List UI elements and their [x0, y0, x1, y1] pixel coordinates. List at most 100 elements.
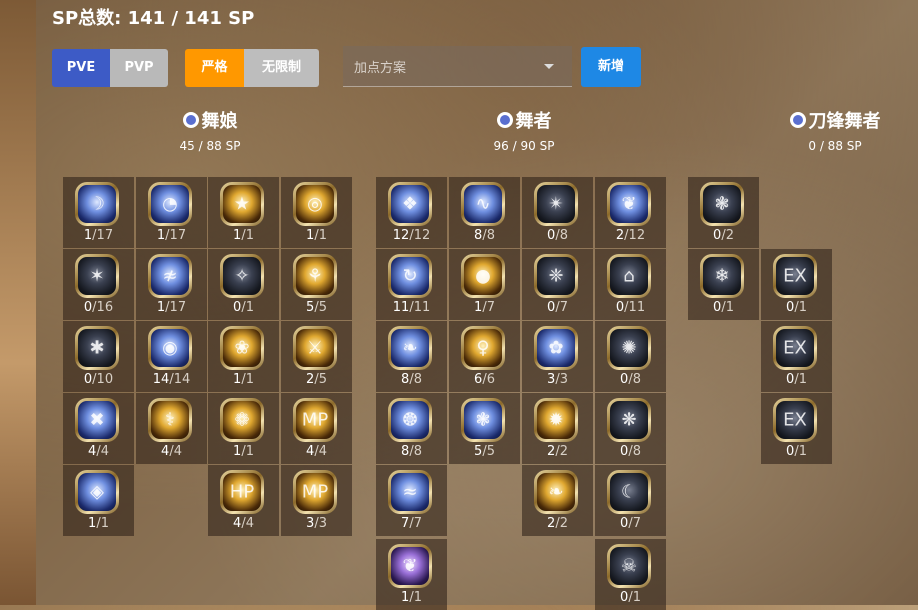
- skill-icon-frame[interactable]: ☽: [75, 182, 119, 226]
- skill-cell[interactable]: ❖ 12/12: [376, 177, 447, 248]
- skill-icon-frame[interactable]: ❧: [534, 470, 578, 514]
- tree-header-2: 舞者 96 / 90 SP: [464, 107, 584, 153]
- skill-icon-frame[interactable]: ❄: [700, 254, 744, 298]
- skill-cell[interactable]: ❀ 1/1: [208, 321, 279, 392]
- skill-icon-frame[interactable]: ⌂: [607, 254, 651, 298]
- skill-icon-frame[interactable]: ❁: [220, 398, 264, 442]
- skill-cell[interactable]: ⚔ 2/5: [281, 321, 352, 392]
- skill-cell[interactable]: ⚘ 5/5: [281, 249, 352, 320]
- skill-cell[interactable]: ❂ 8/8: [376, 393, 447, 464]
- skill-icon-frame[interactable]: ❀: [220, 326, 264, 370]
- skill-icon-frame[interactable]: MP: [293, 470, 337, 514]
- skill-cell[interactable]: ◈ 1/1: [63, 465, 134, 536]
- skill-cell[interactable]: ◉ 14/14: [136, 321, 207, 392]
- skill-cell[interactable]: ⌂ 0/11: [595, 249, 666, 320]
- skill-cell[interactable]: EX 0/1: [761, 249, 832, 320]
- skill-cell[interactable]: ❧ 8/8: [376, 321, 447, 392]
- skill-icon-frame[interactable]: ≈: [388, 470, 432, 514]
- skill-cell[interactable]: ❈ 0/7: [522, 249, 593, 320]
- skill-cell[interactable]: ✱ 0/10: [63, 321, 134, 392]
- skill-icon-frame[interactable]: ✹: [534, 398, 578, 442]
- skill-cell[interactable]: ≉ 1/17: [136, 249, 207, 320]
- skill-icon-frame[interactable]: ✺: [607, 326, 651, 370]
- skill-cell[interactable]: ★ 1/1: [208, 177, 279, 248]
- skill-icon-frame[interactable]: ⚔: [293, 326, 337, 370]
- skill-icon-frame[interactable]: HP: [220, 470, 264, 514]
- skill-icon-frame[interactable]: ❂: [388, 398, 432, 442]
- skill-cell[interactable]: ✧ 0/1: [208, 249, 279, 320]
- skill-cell[interactable]: ↻ 11/11: [376, 249, 447, 320]
- skill-cell[interactable]: ◔ 1/17: [136, 177, 207, 248]
- skill-icon-frame[interactable]: ✿: [534, 326, 578, 370]
- skill-cell[interactable]: ❄ 0/1: [688, 249, 759, 320]
- skill-cell[interactable]: HP 4/4: [208, 465, 279, 536]
- skill-icon-frame[interactable]: ⚘: [293, 254, 337, 298]
- skill-cell[interactable]: ☽ 1/17: [63, 177, 134, 248]
- skill-icon-frame[interactable]: EX: [773, 326, 817, 370]
- skill-icon-frame[interactable]: ◉: [148, 326, 192, 370]
- skill-icon-frame[interactable]: ✖: [75, 398, 119, 442]
- skill-icon-frame[interactable]: ↻: [388, 254, 432, 298]
- skill-icon-frame[interactable]: ❃: [461, 398, 505, 442]
- skill-icon-frame[interactable]: ❦: [388, 544, 432, 588]
- skill-cell[interactable]: ❦ 2/12: [595, 177, 666, 248]
- skill-cell[interactable]: ☠ 0/1: [595, 539, 666, 610]
- skill-icon-frame[interactable]: ❦: [607, 182, 651, 226]
- skill-cell[interactable]: ❋ 0/8: [595, 393, 666, 464]
- skill-cell[interactable]: ✴ 0/8: [522, 177, 593, 248]
- preset-select[interactable]: 加点方案: [343, 46, 572, 87]
- skill-cell[interactable]: EX 0/1: [761, 321, 832, 392]
- skill-level: 1/1: [208, 372, 279, 387]
- skill-icon-frame[interactable]: EX: [773, 398, 817, 442]
- skill-cell[interactable]: ❁ 1/1: [208, 393, 279, 464]
- skill-cell[interactable]: ♀ 6/6: [449, 321, 520, 392]
- skill-icon-frame[interactable]: ✴: [534, 182, 578, 226]
- skill-icon-frame[interactable]: ☾: [607, 470, 651, 514]
- skill-icon-frame[interactable]: ✧: [220, 254, 264, 298]
- skill-cell[interactable]: ❃ 5/5: [449, 393, 520, 464]
- skill-cell[interactable]: ❦ 1/1: [376, 539, 447, 610]
- skill-icon-frame[interactable]: ❃: [700, 182, 744, 226]
- pve-button[interactable]: PVE: [52, 49, 110, 87]
- skill-icon-frame[interactable]: ★: [220, 182, 264, 226]
- skill-icon-frame[interactable]: ❈: [534, 254, 578, 298]
- add-preset-button[interactable]: 新增: [581, 47, 641, 87]
- skill-icon-frame[interactable]: ◎: [293, 182, 337, 226]
- skill-icon-frame[interactable]: ◈: [75, 470, 119, 514]
- skill-icon-frame[interactable]: MP: [293, 398, 337, 442]
- skill-cell[interactable]: EX 0/1: [761, 393, 832, 464]
- skill-cell[interactable]: ☾ 0/7: [595, 465, 666, 536]
- skill-cell[interactable]: ✺ 0/8: [595, 321, 666, 392]
- skill-icon-frame[interactable]: ✶: [75, 254, 119, 298]
- strict-button[interactable]: 严格: [185, 49, 244, 87]
- skill-icon-frame[interactable]: ⚕: [148, 398, 192, 442]
- skill-cell[interactable]: ≈7/7: [376, 465, 447, 536]
- skill-cell[interactable]: ● 1/7: [449, 249, 520, 320]
- skill-cell[interactable]: ⚕ 4/4: [136, 393, 207, 464]
- skill-level-max: /8: [628, 444, 641, 459]
- skill-icon-frame[interactable]: ☠: [607, 544, 651, 588]
- skill-icon-frame[interactable]: ♀: [461, 326, 505, 370]
- skill-cell[interactable]: ◎ 1/1: [281, 177, 352, 248]
- skill-cell[interactable]: ✿ 3/3: [522, 321, 593, 392]
- skill-icon-frame[interactable]: ≉: [148, 254, 192, 298]
- skill-icon-frame[interactable]: ❧: [388, 326, 432, 370]
- skill-icon-frame[interactable]: ●: [461, 254, 505, 298]
- skill-cell[interactable]: MP 3/3: [281, 465, 352, 536]
- skill-cell[interactable]: MP 4/4: [281, 393, 352, 464]
- skill-icon-frame[interactable]: ❋: [607, 398, 651, 442]
- skill-cell[interactable]: ✖ 4/4: [63, 393, 134, 464]
- skill-icon-frame[interactable]: ❖: [388, 182, 432, 226]
- skill-icon-frame[interactable]: EX: [773, 254, 817, 298]
- skill-icon-frame[interactable]: ∿: [461, 182, 505, 226]
- skill-icon-frame[interactable]: ◔: [148, 182, 192, 226]
- pvp-button[interactable]: PVP: [110, 49, 168, 87]
- skill-cell[interactable]: ✶ 0/16: [63, 249, 134, 320]
- unlimited-button[interactable]: 无限制: [244, 49, 319, 87]
- skill-icon-frame[interactable]: ✱: [75, 326, 119, 370]
- skill-cell[interactable]: ❃ 0/2: [688, 177, 759, 248]
- skill-cell[interactable]: ∿ 8/8: [449, 177, 520, 248]
- skill-cell[interactable]: ❧ 2/2: [522, 465, 593, 536]
- skill-level: 5/5: [449, 444, 520, 459]
- skill-cell[interactable]: ✹ 2/2: [522, 393, 593, 464]
